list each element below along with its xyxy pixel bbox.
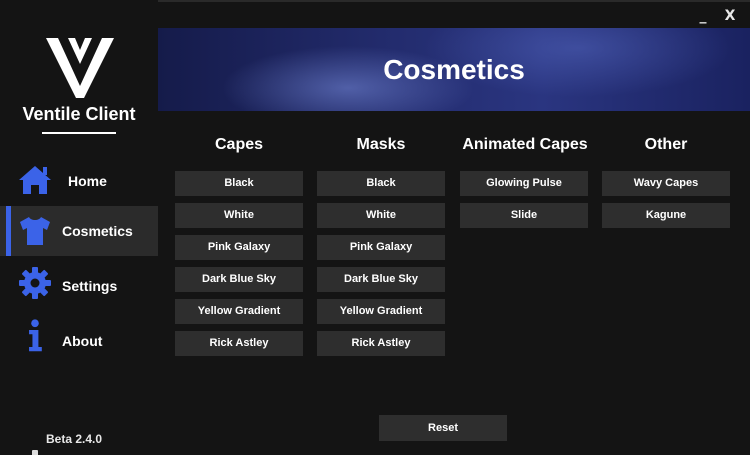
ventile-logo-icon [46, 38, 114, 98]
sidebar-item-label: Home [68, 173, 107, 189]
resize-handle[interactable] [32, 450, 38, 455]
reset-button[interactable]: Reset [379, 415, 507, 441]
sidebar-item-home[interactable]: Home [0, 156, 158, 206]
sidebar-item-label: Settings [62, 278, 118, 294]
header-banner: Cosmetics [158, 28, 750, 111]
minimize-button[interactable]: _ [693, 6, 713, 26]
cape-pink-galaxy-button[interactable]: Pink Galaxy [175, 235, 303, 260]
mask-black-button[interactable]: Black [317, 171, 445, 196]
sidebar: Ventile Client Home Cosmetics Settings A… [0, 0, 158, 455]
mask-yellow-gradient-button[interactable]: Yellow Gradient [317, 299, 445, 324]
mask-dark-blue-sky-button[interactable]: Dark Blue Sky [317, 267, 445, 292]
app-window: _ X Ventile Client Home Cosmetics Settin… [0, 0, 750, 455]
mask-pink-galaxy-button[interactable]: Pink Galaxy [317, 235, 445, 260]
sidebar-item-label: About [62, 333, 103, 349]
mask-rick-astley-button[interactable]: Rick Astley [317, 331, 445, 356]
cape-dark-blue-sky-button[interactable]: Dark Blue Sky [175, 267, 303, 292]
masks-column-title: Masks [356, 136, 406, 153]
capes-column-title: Capes [214, 136, 264, 153]
mask-white-button[interactable]: White [317, 203, 445, 228]
brand-underline [42, 132, 116, 134]
info-icon [29, 319, 42, 352]
shirt-icon [20, 217, 50, 245]
sidebar-item-cosmetics[interactable]: Cosmetics [0, 206, 158, 256]
other-column-title: Other [644, 136, 688, 153]
brand-name: Ventile Client [22, 104, 136, 124]
sidebar-item-settings[interactable]: Settings [0, 261, 158, 311]
gear-icon [19, 267, 51, 299]
sidebar-item-label: Cosmetics [62, 223, 133, 239]
cape-yellow-gradient-button[interactable]: Yellow Gradient [175, 299, 303, 324]
sidebar-item-about[interactable]: About [0, 316, 158, 366]
other-kagune-button[interactable]: Kagune [602, 203, 730, 228]
version-label: Beta 2.4.0 [46, 432, 103, 446]
cape-black-button[interactable]: Black [175, 171, 303, 196]
close-button[interactable]: X [720, 6, 740, 26]
other-wavy-capes-button[interactable]: Wavy Capes [602, 171, 730, 196]
cape-white-button[interactable]: White [175, 203, 303, 228]
animated-capes-column-title: Animated Capes [462, 136, 588, 153]
animated-glowing-pulse-button[interactable]: Glowing Pulse [460, 171, 588, 196]
page-title: Cosmetics [383, 54, 525, 85]
animated-slide-button[interactable]: Slide [460, 203, 588, 228]
home-icon [19, 166, 51, 194]
cape-rick-astley-button[interactable]: Rick Astley [175, 331, 303, 356]
